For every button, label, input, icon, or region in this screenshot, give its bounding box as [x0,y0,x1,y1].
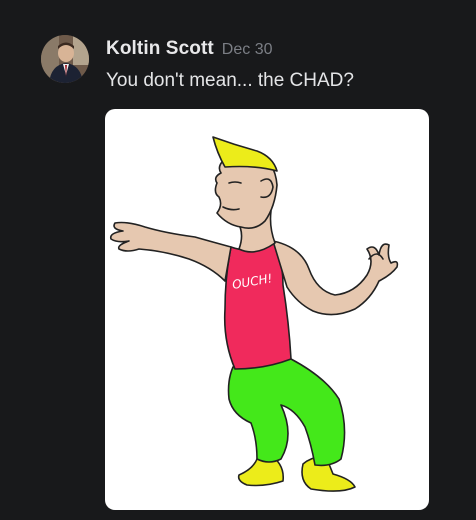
avatar-photo [41,35,89,83]
avatar[interactable] [41,35,89,83]
chat-message: Koltin Scott Dec 30 You don't mean... the… [0,0,476,520]
chad-meme-illustration: OUCH! [109,136,399,492]
timestamp: Dec 30 [221,41,273,58]
message-text: You don't mean... the CHAD? [106,70,354,91]
right-arm [272,240,399,316]
left-arm [109,221,232,282]
image-attachment[interactable]: OUCH! [105,109,429,510]
green-pants [227,357,346,467]
author-name[interactable]: Koltin Scott [106,38,214,59]
message-header: Koltin Scott Dec 30 [106,38,273,60]
